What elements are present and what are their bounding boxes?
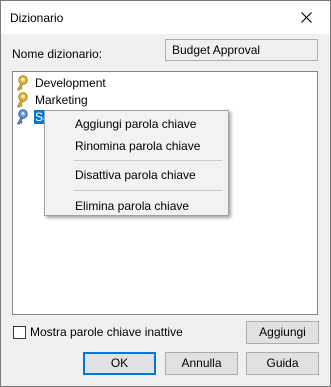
context-menu: Aggiungi parola chiave Rinomina parola c… [44,110,229,216]
checkbox-label: Mostra parole chiave inattive [30,325,183,339]
tree-item-development[interactable]: Development [16,75,107,91]
menu-item-deactivate-keyword[interactable]: Disattiva parola chiave [75,168,196,182]
checkbox-box[interactable] [13,325,26,339]
key-icon [16,109,34,125]
menu-item-delete-keyword[interactable]: Elimina parola chiave [75,199,189,213]
dictionary-dialog: Dizionario Nome dizionario: Budget Appro… [0,0,331,387]
window-title: Dizionario [10,11,64,25]
menu-item-add-keyword[interactable]: Aggiungi parola chiave [75,117,196,131]
menu-item-rename-keyword[interactable]: Rinomina parola chiave [75,139,200,153]
title-bar: Dizionario [1,1,330,34]
tree-item-label: Marketing [35,93,88,107]
menu-separator [74,160,222,161]
key-icon [16,92,34,108]
dictionary-name-field: Budget Approval [165,39,318,61]
menu-separator [74,190,222,191]
close-button[interactable] [284,1,330,34]
key-icon [16,75,34,91]
tree-item-label: Development [35,76,106,90]
show-inactive-keywords-checkbox[interactable]: Mostra parole chiave inattive [13,325,183,339]
add-button[interactable]: Aggiungi [246,321,319,344]
dictionary-name-label: Nome dizionario: [12,47,103,61]
cancel-button[interactable]: Annulla [165,352,238,375]
ok-button[interactable]: OK [83,352,156,375]
tree-item-marketing[interactable]: Marketing [16,92,89,108]
help-button[interactable]: Guida [246,352,319,375]
close-icon [301,12,312,23]
